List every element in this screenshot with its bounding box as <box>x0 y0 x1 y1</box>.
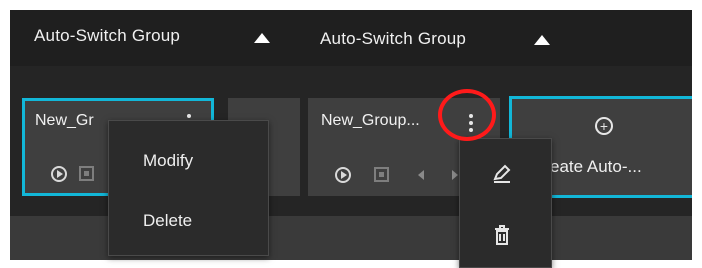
stop-icon[interactable] <box>79 166 94 181</box>
group-card-title: New_Group... <box>321 112 420 129</box>
group-dropdown-title[interactable]: Auto-Switch Group <box>34 26 180 46</box>
previous-icon[interactable] <box>418 170 424 180</box>
edit-pencil-icon[interactable] <box>490 161 514 185</box>
left-panel-header: Auto-Switch Group <box>10 10 300 66</box>
stop-icon[interactable] <box>374 167 389 182</box>
play-icon[interactable] <box>51 166 67 182</box>
group-dropdown-title[interactable]: Auto-Switch Group <box>320 29 466 49</box>
create-group-label: eate Auto-... <box>550 157 642 176</box>
trash-icon[interactable] <box>490 223 514 247</box>
context-menu: Modify Delete <box>108 120 269 256</box>
highlight-circle <box>438 89 496 141</box>
right-panel-header: Auto-Switch Group <box>300 10 692 66</box>
context-menu <box>459 138 552 268</box>
delete-menu-item[interactable]: Delete <box>143 211 192 231</box>
add-circle-icon: + <box>595 117 613 135</box>
collapse-triangle-icon[interactable] <box>254 33 270 43</box>
group-card-title: New_Gr <box>35 112 94 129</box>
next-icon[interactable] <box>452 170 458 180</box>
modify-menu-item[interactable]: Modify <box>143 151 193 171</box>
play-icon[interactable] <box>335 167 351 183</box>
collapse-triangle-icon[interactable] <box>534 35 550 45</box>
